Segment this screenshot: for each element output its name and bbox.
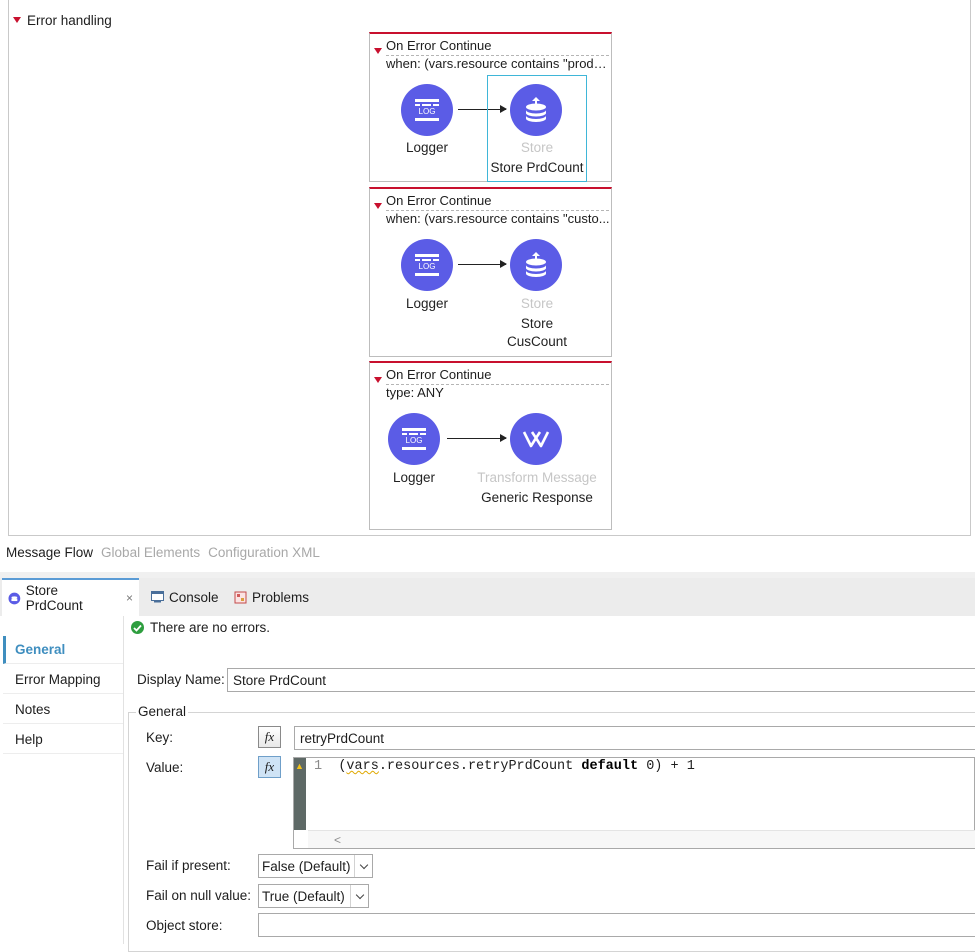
fail-if-present-select[interactable]: False (Default) [258,854,373,878]
validation-message: There are no errors. [150,620,271,635]
scope-title: On Error Continue [386,38,492,53]
error-handling-header[interactable]: Error handling [13,11,112,29]
code-property-path: .resources.retryPrdCount [378,759,582,774]
view-tabbar: Store PrdCount × Console Problems [0,578,975,616]
component-type-label: Store [520,296,554,311]
logger-label: Logger [392,470,436,485]
close-icon[interactable]: × [126,591,133,605]
svg-text:LOG: LOG [419,107,436,116]
key-label: Key: [146,730,174,745]
logger-icon[interactable]: LOG [388,413,440,465]
scroll-left-icon[interactable]: < [334,833,341,847]
chevron-down-icon[interactable] [354,855,372,877]
sidebar-item-help[interactable]: Help [3,726,123,754]
logger-glyph: LOG [415,254,439,276]
code-keyword: default [581,759,639,774]
logger-icon[interactable]: LOG [401,84,453,136]
object-store-field[interactable] [258,913,975,937]
tab-console-label: Console [169,589,219,605]
scope-title: On Error Continue [386,367,492,382]
transform-message-icon[interactable] [510,413,562,465]
validation-status: There are no errors. [131,620,270,635]
scope-title: On Error Continue [386,193,492,208]
collapse-triangle-icon[interactable] [374,48,382,54]
svg-text:LOG: LOG [406,436,423,445]
component-type-label: Store [520,140,554,155]
fail-on-null-value: True (Default) [262,888,345,904]
tab-properties[interactable]: Store PrdCount × [2,578,139,616]
editor-gutter: ▲ [294,758,306,830]
object-store-glyph [526,97,546,122]
key-field[interactable] [294,726,975,750]
general-group-label: General [136,704,189,719]
component-name-label-line1: Store [520,316,554,331]
tab-properties-label: Store PrdCount [25,583,83,613]
properties-sidebar: General Error Mapping Notes Help [0,616,124,944]
collapse-triangle-icon[interactable] [13,17,21,23]
code-tail: 0) + 1 [638,759,695,774]
collapse-triangle-icon[interactable] [374,203,382,209]
display-name-field[interactable] [227,668,975,692]
svg-text:LOG: LOG [419,262,436,271]
on-error-continue-scope-3[interactable]: On Error Continue type: ANY LOG Logger T… [369,361,612,530]
fail-if-present-value: False (Default) [262,858,351,874]
fx-toggle-value[interactable]: fx [258,756,281,778]
transform-message-glyph [522,431,550,448]
collapse-triangle-icon[interactable] [374,377,382,383]
component-name-label: Generic Response [481,490,593,505]
scope-condition: type: ANY [386,385,444,400]
object-store-small-icon [8,592,21,604]
object-store-label: Object store: [146,918,223,933]
console-icon [151,591,164,603]
logger-glyph: LOG [415,99,439,121]
line-number: 1 [314,759,323,774]
code-var-token: vars [346,759,379,774]
logger-label: Logger [405,140,449,155]
tab-configuration-xml[interactable]: Configuration XML [208,545,320,560]
object-store-icon[interactable] [510,239,562,291]
flow-arrow [447,434,507,442]
tab-console[interactable]: Console [145,578,225,616]
tab-global-elements[interactable]: Global Elements [101,545,200,560]
fail-if-present-label: Fail if present: [146,858,231,873]
dataweave-expression-editor[interactable]: ▲ 1 (vars.resources.retryPrdCount defaul… [293,757,975,849]
on-error-continue-scope-2[interactable]: On Error Continue when: (vars.resource c… [369,187,612,357]
editor-horizontal-scrollbar[interactable]: < [308,830,975,848]
value-label: Value: [146,760,184,775]
object-store-icon[interactable] [510,84,562,136]
tab-message-flow[interactable]: Message Flow [6,545,93,560]
sidebar-item-error-mapping[interactable]: Error Mapping [3,666,123,694]
check-circle-icon [131,621,144,634]
problems-icon [234,591,247,603]
scope-condition: when: (vars.resource contains "produ... [386,56,611,71]
on-error-continue-scope-1[interactable]: On Error Continue when: (vars.resource c… [369,32,612,182]
flow-canvas: Error handling On Error Continue when: (… [8,0,971,536]
code-line[interactable]: 1 (vars.resources.retryPrdCount default … [314,759,695,774]
logger-icon[interactable]: LOG [401,239,453,291]
component-name-label-line2: CusCount [506,334,568,349]
logger-label: Logger [405,296,449,311]
editor-tabs: Message Flow Global Elements Configurati… [6,545,320,560]
error-handling-title: Error handling [27,12,112,28]
display-name-label: Display Name: [137,672,225,687]
sidebar-item-general[interactable]: General [3,636,123,664]
fx-toggle-key[interactable]: fx [258,726,281,748]
scope-condition: when: (vars.resource contains "custo... [386,211,610,226]
flow-arrow [458,260,507,268]
object-store-glyph [526,252,546,277]
tab-problems-label: Problems [252,589,310,605]
chevron-down-icon[interactable] [350,885,368,907]
component-type-label: Transform Message [477,470,597,485]
warning-icon: ▲ [295,761,304,771]
component-name-label: Store PrdCount [490,160,584,175]
tab-problems[interactable]: Problems [228,578,315,616]
sidebar-item-notes[interactable]: Notes [3,696,123,724]
logger-glyph: LOG [402,428,426,450]
fail-on-null-select[interactable]: True (Default) [258,884,369,908]
fail-on-null-label: Fail on null value: [146,888,252,903]
